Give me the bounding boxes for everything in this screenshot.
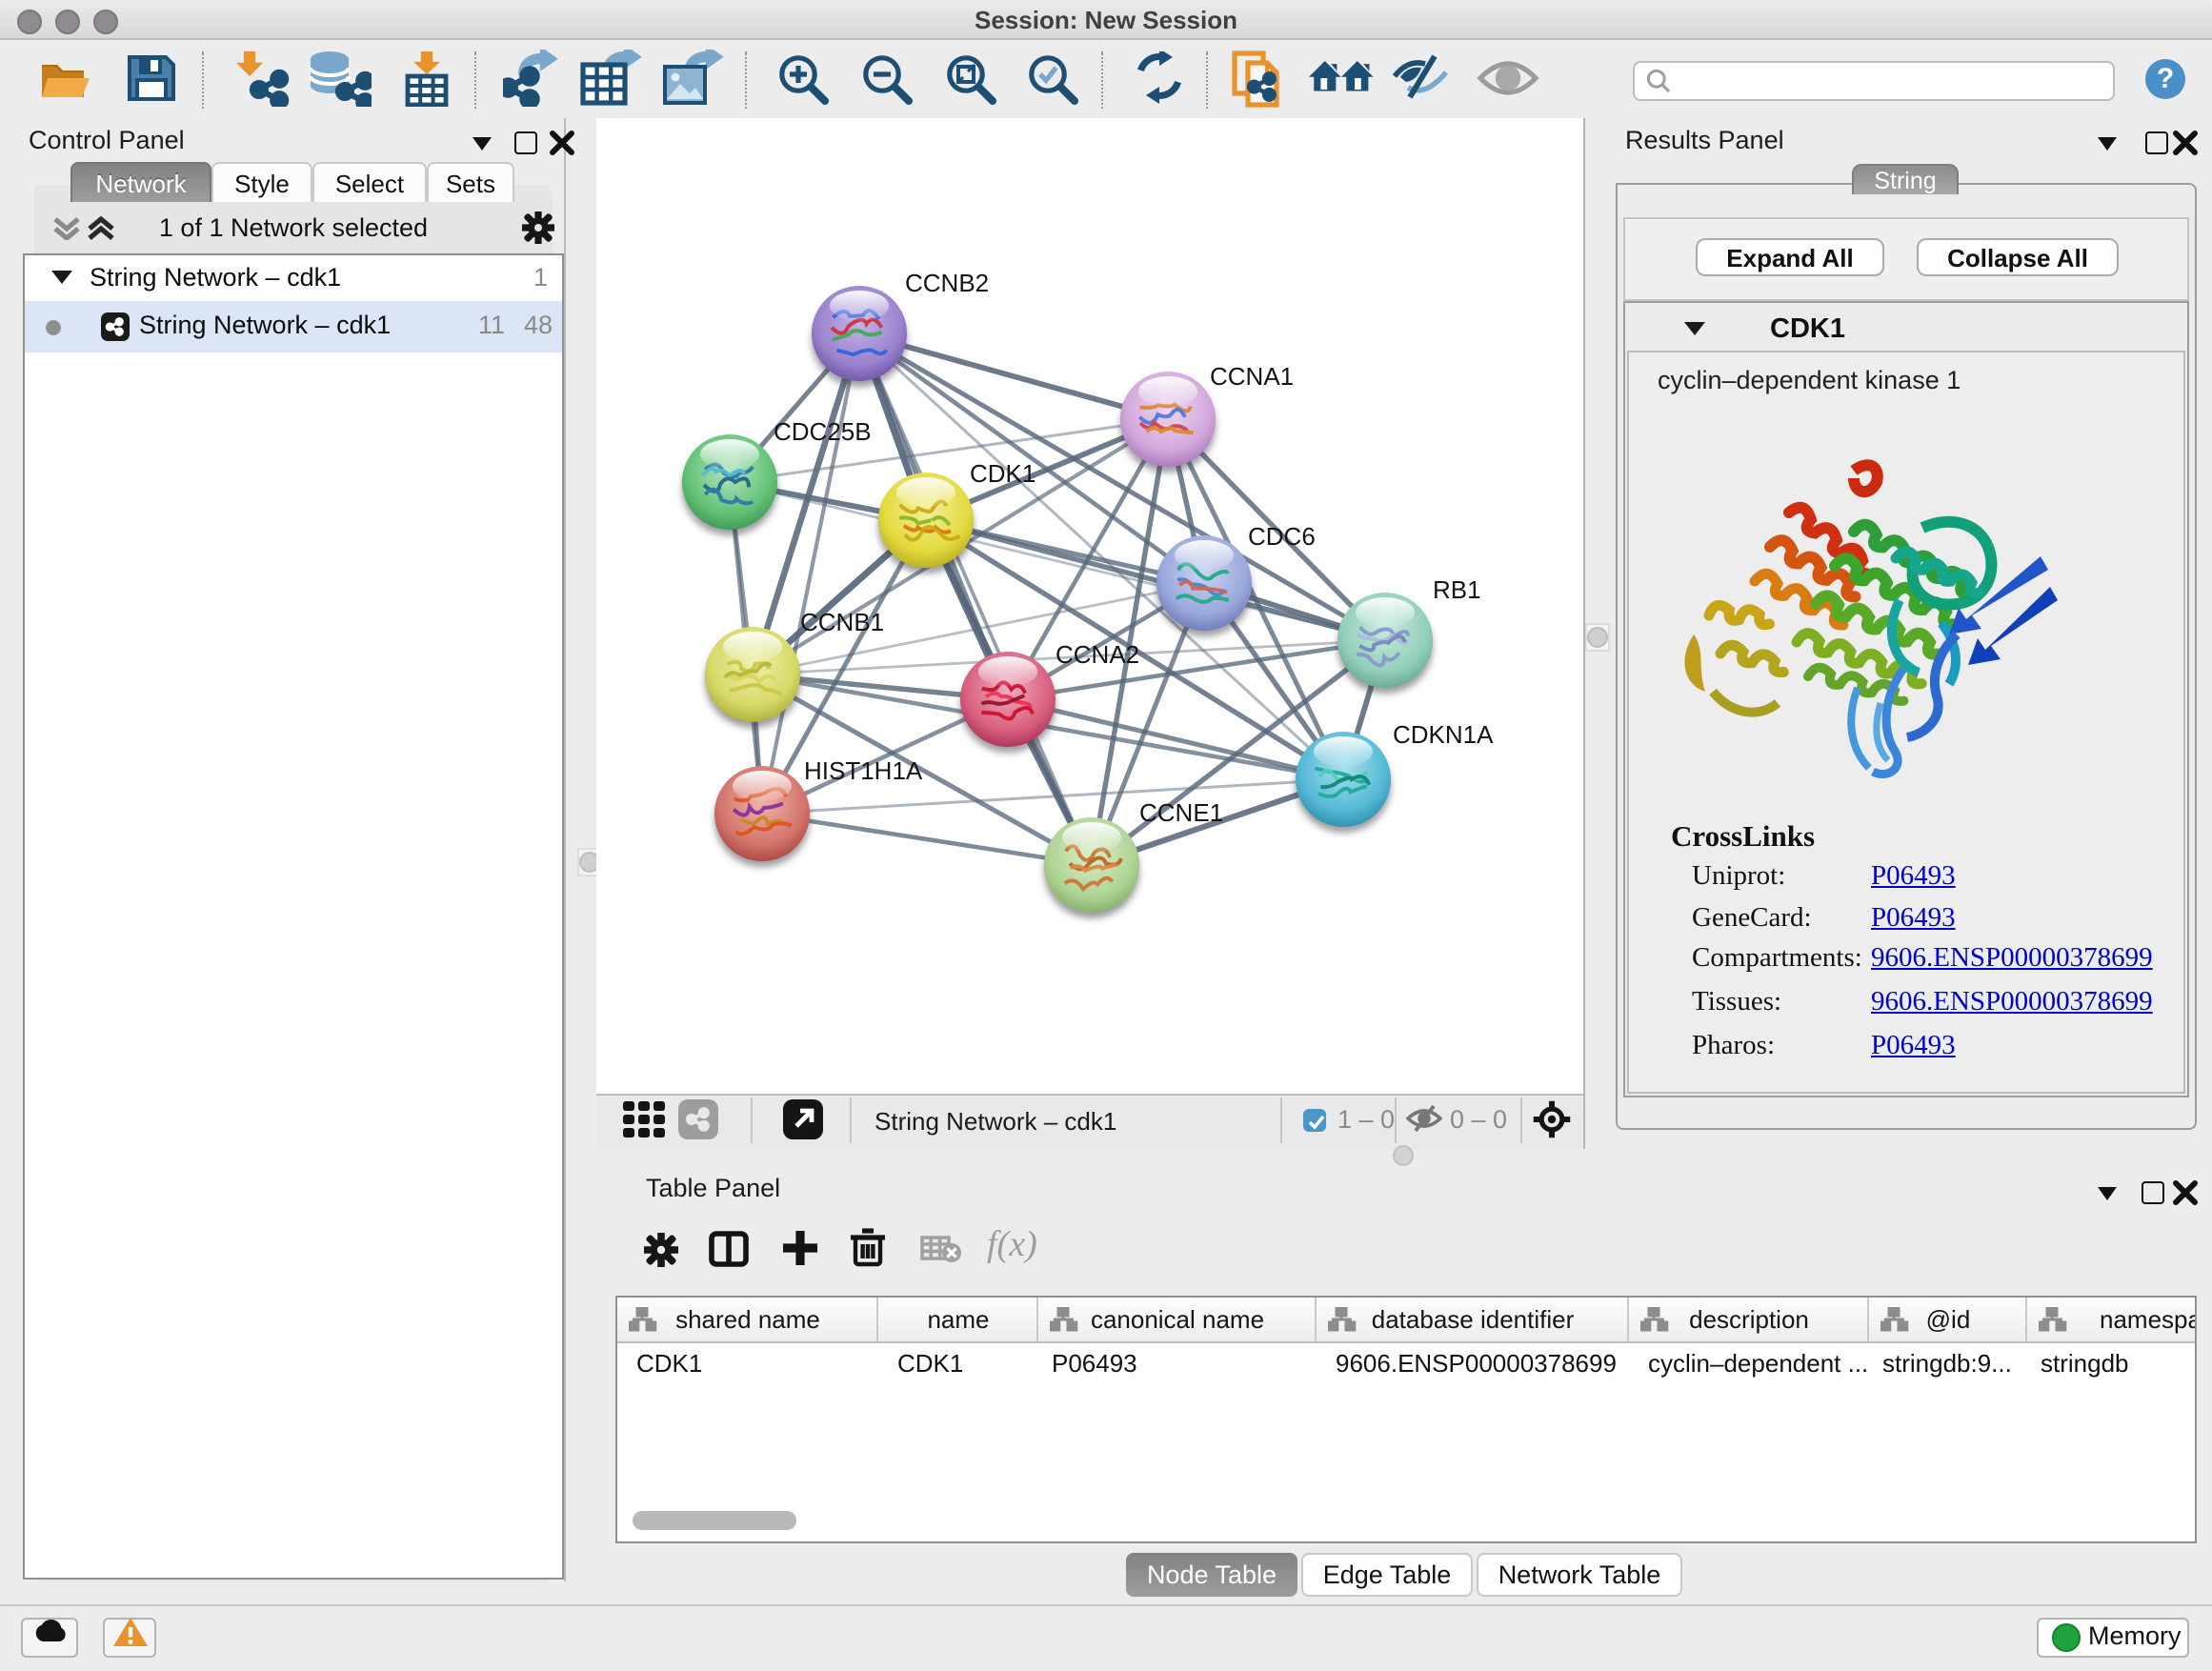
svg-text:CCNA2: CCNA2: [1056, 640, 1139, 669]
svg-text:CCNE1: CCNE1: [1139, 798, 1223, 827]
svg-text:RB1: RB1: [1433, 575, 1481, 604]
svg-text:CCNB2: CCNB2: [905, 269, 989, 297]
svg-text:CDKN1A: CDKN1A: [1393, 720, 1494, 749]
svg-text:CDC25B: CDC25B: [774, 417, 872, 446]
svg-text:CDK1: CDK1: [970, 459, 1036, 488]
svg-text:CCNB1: CCNB1: [800, 608, 884, 636]
svg-text:CCNA1: CCNA1: [1210, 362, 1294, 391]
svg-text:CDC6: CDC6: [1248, 522, 1316, 551]
svg-text:HIST1H1A: HIST1H1A: [804, 756, 923, 785]
